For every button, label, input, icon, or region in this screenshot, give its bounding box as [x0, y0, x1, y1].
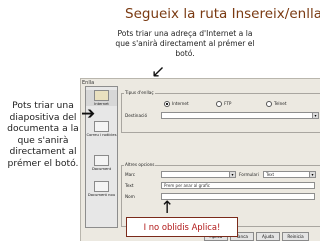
radio-label: FTP: [224, 101, 232, 106]
sidebar-item-new-document[interactable]: Document nou: [86, 181, 117, 197]
left-note: Pots triar una diapositiva del documenta…: [7, 100, 79, 169]
sidebar-item-label: Document nou: [87, 193, 116, 197]
sidebar-item-document[interactable]: Document: [86, 155, 117, 171]
radio-ftp[interactable]: FTP: [216, 101, 231, 107]
hyperlink-type-group-label: Tipus d'enllaç: [124, 90, 155, 95]
text-label: Text: [125, 183, 134, 188]
new-document-icon: [94, 181, 109, 192]
radio-label: Telnet: [274, 101, 287, 106]
radio-indicator: [216, 101, 222, 107]
target-url-field[interactable]: [161, 112, 313, 119]
name-field[interactable]: [161, 193, 315, 200]
arrow-up-icon: ↑: [160, 198, 175, 218]
form-select[interactable]: Text: [263, 171, 310, 178]
frame-dropdown-button[interactable]: ▾: [229, 171, 236, 178]
slide-title: Segueix la ruta Insereix/enllaç: [125, 6, 320, 22]
frame-field[interactable]: [161, 171, 230, 178]
further-settings-group-label: Altres opcions: [124, 162, 156, 167]
slide-subtitle: Pots triar una adreça d'Internet a la qu…: [115, 29, 255, 58]
settings-panel: Tipus d'enllaç Internet FTP Telnet Desti…: [121, 85, 320, 241]
sidebar-item-label: Document: [91, 167, 112, 171]
text-field[interactable]: Prem per anar al grafic: [161, 182, 315, 189]
apply-reminder-callout: I no oblidis Aplica!: [126, 217, 238, 237]
browse-button[interactable]: ▾: [312, 112, 319, 119]
target-label: Destinació: [125, 113, 148, 118]
mail-icon: [94, 121, 109, 132]
sidebar-item-label: Internet: [94, 102, 109, 106]
radio-label: Internet: [172, 101, 189, 106]
document-icon: [94, 155, 109, 166]
radio-telnet[interactable]: Telnet: [266, 101, 286, 107]
form-dropdown-button[interactable]: ▾: [309, 171, 316, 178]
radio-selected-indicator: [164, 101, 170, 107]
form-label: Formulari: [239, 172, 259, 177]
globe-icon: [94, 90, 109, 101]
sidebar-item-label: Correu i notícies: [86, 133, 117, 137]
name-label: Nom: [125, 194, 135, 199]
radio-internet[interactable]: Internet: [164, 101, 189, 107]
arrow-down-left-icon: ↙: [151, 62, 166, 82]
radio-indicator: [266, 101, 272, 107]
arrow-right-icon: ➔: [81, 104, 96, 124]
frame-label: Marc: [125, 172, 136, 177]
